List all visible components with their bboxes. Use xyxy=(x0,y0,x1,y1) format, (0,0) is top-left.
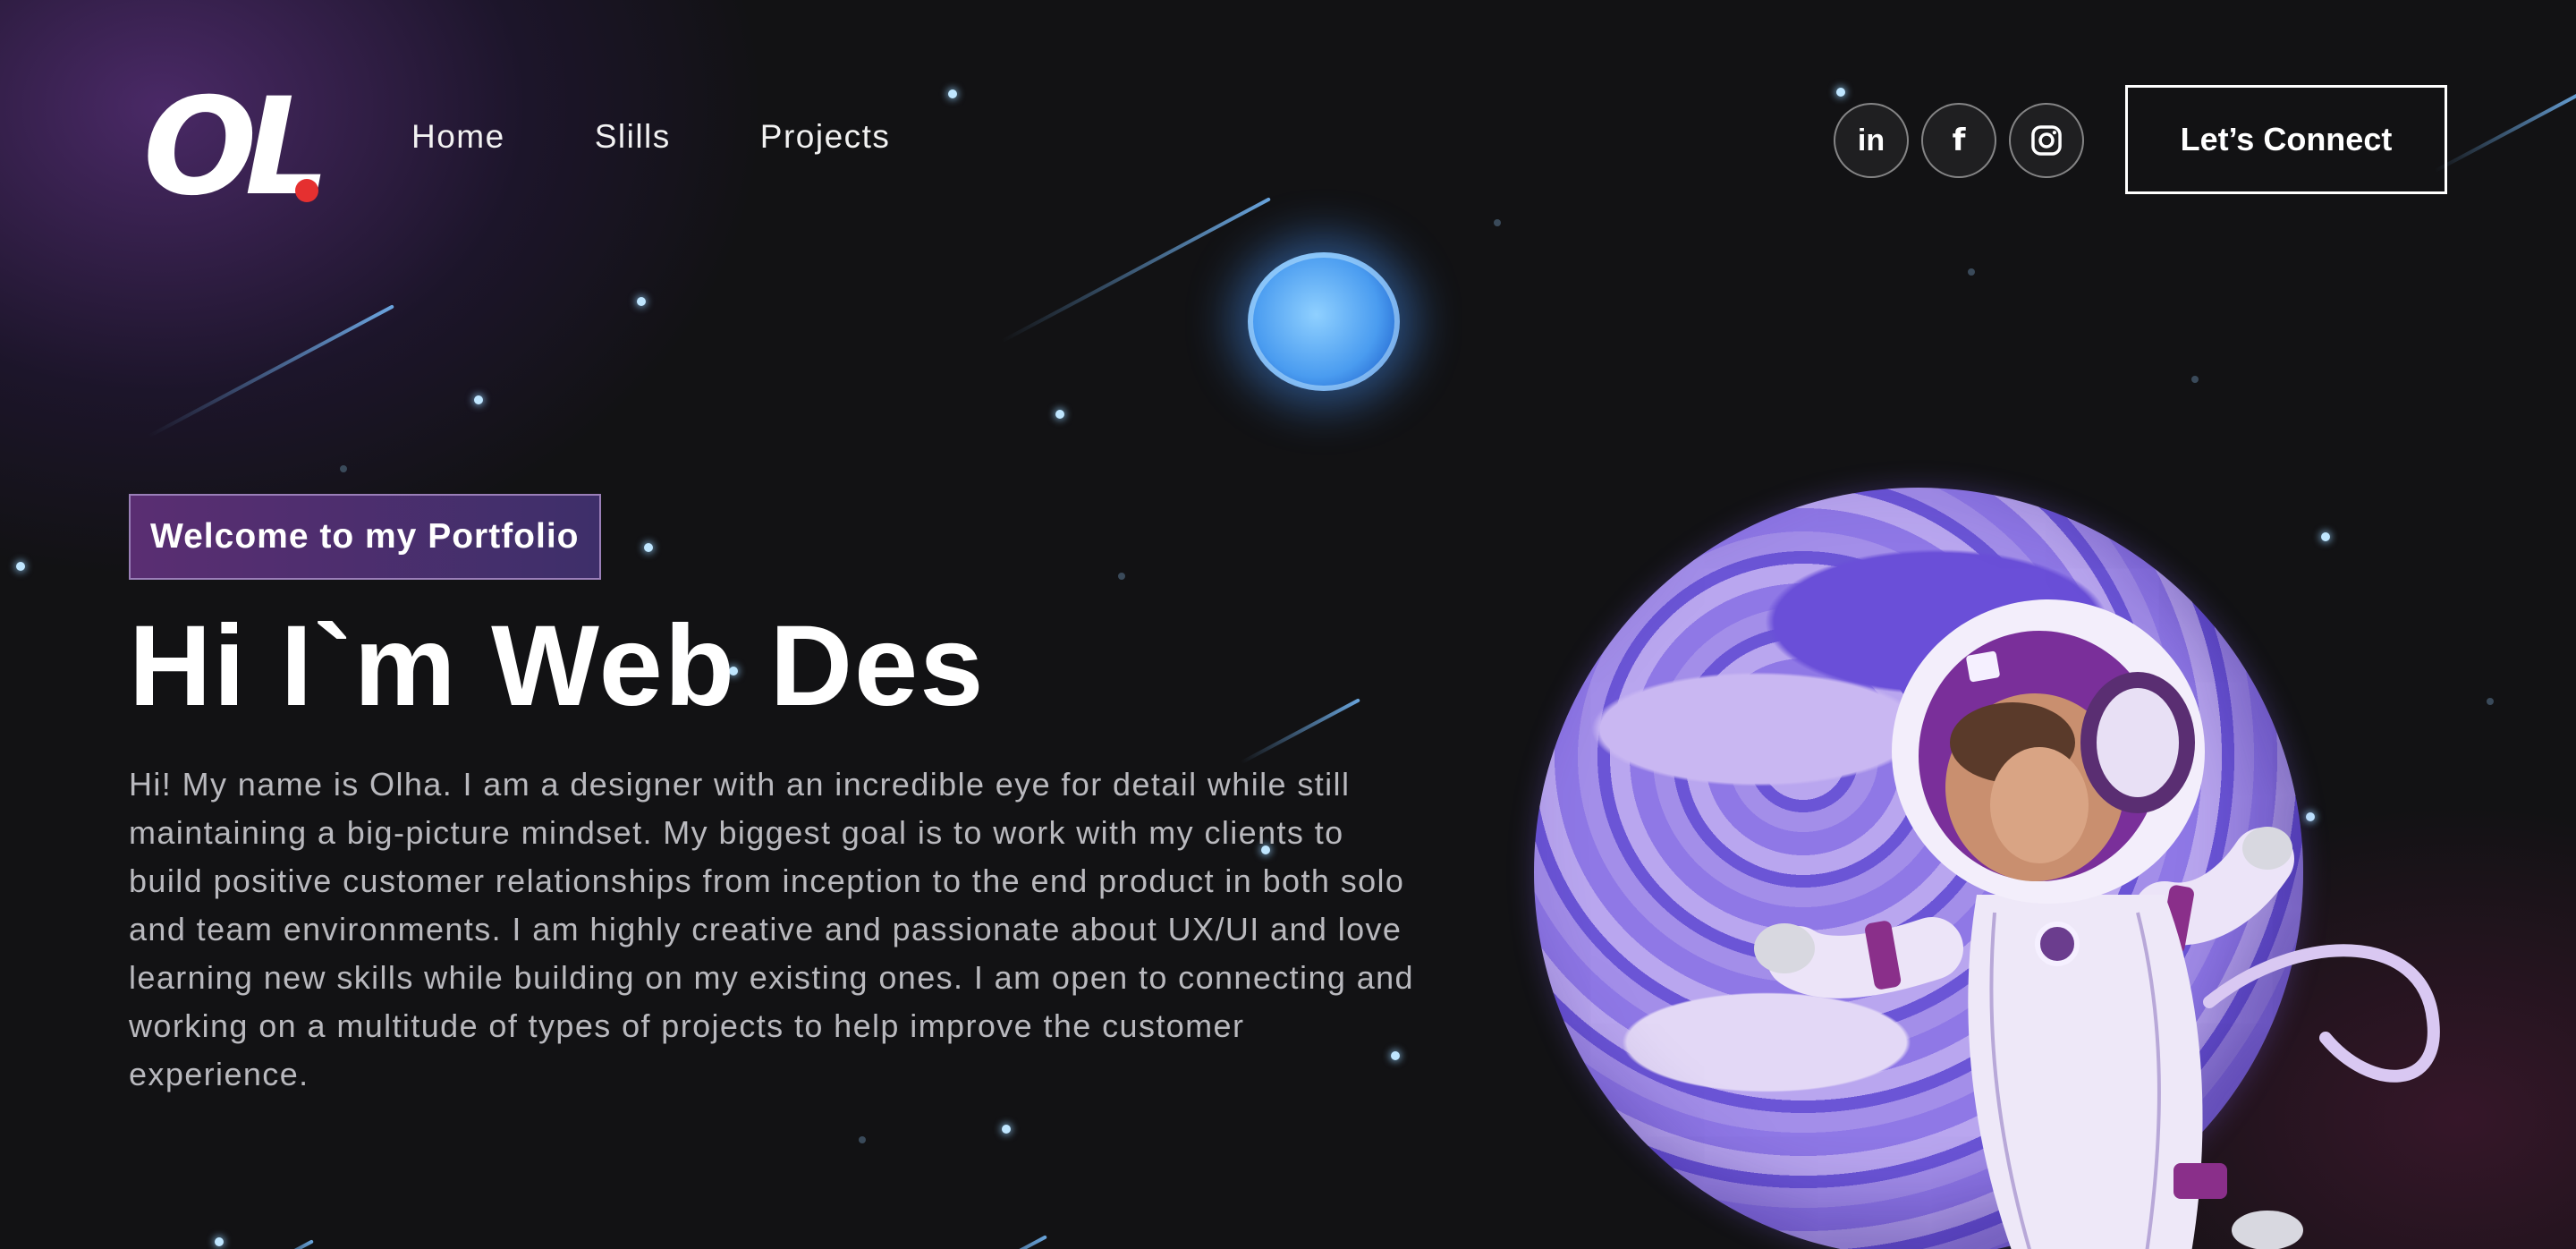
instagram-icon xyxy=(2031,125,2062,156)
star xyxy=(637,297,646,306)
hero-headline: Hi I`m Web Des xyxy=(129,602,986,730)
star xyxy=(2487,698,2494,705)
hero-bio: Hi! My name is Olha. I am a designer wit… xyxy=(129,766,1414,1092)
shooting-star xyxy=(1000,197,1271,344)
linkedin-button[interactable]: in xyxy=(1834,103,1909,178)
nav-link-projects[interactable]: Projects xyxy=(760,118,891,156)
portfolio-page: OL Home Slills Projects in f Let’s Conne… xyxy=(0,0,2576,1249)
shooting-star xyxy=(951,1235,1047,1249)
star xyxy=(2321,532,2330,541)
star xyxy=(1968,268,1975,276)
star xyxy=(644,543,653,552)
welcome-badge: Welcome to my Portfolio xyxy=(129,494,601,580)
facebook-button[interactable]: f xyxy=(1921,103,1996,178)
shooting-star xyxy=(265,1239,314,1249)
astronaut-illustration xyxy=(1754,599,2440,1249)
star xyxy=(16,562,25,571)
site-logo[interactable]: OL xyxy=(143,81,330,215)
logo-accent-dot xyxy=(295,179,318,202)
glowing-moon xyxy=(1248,252,1400,391)
shooting-star xyxy=(2434,89,2576,173)
linkedin-icon: in xyxy=(1857,123,1885,157)
star xyxy=(1118,573,1125,580)
star xyxy=(1002,1125,1011,1134)
star xyxy=(859,1136,866,1143)
shooting-star xyxy=(1240,698,1360,765)
nav-link-skills[interactable]: Slills xyxy=(595,118,671,156)
star xyxy=(340,465,347,472)
lets-connect-button[interactable]: Let’s Connect xyxy=(2125,85,2447,194)
star xyxy=(1494,219,1501,226)
star xyxy=(474,395,483,404)
instagram-button[interactable] xyxy=(2009,103,2084,178)
social-links: in f xyxy=(1834,103,2084,178)
star xyxy=(1836,88,1845,97)
facebook-icon: f xyxy=(1952,123,1966,158)
star xyxy=(2191,376,2199,383)
star xyxy=(215,1237,224,1246)
nav-link-home[interactable]: Home xyxy=(411,118,505,156)
main-nav: Home Slills Projects xyxy=(411,118,890,156)
shooting-star xyxy=(148,304,394,438)
star xyxy=(948,89,957,98)
star xyxy=(1055,410,1064,419)
